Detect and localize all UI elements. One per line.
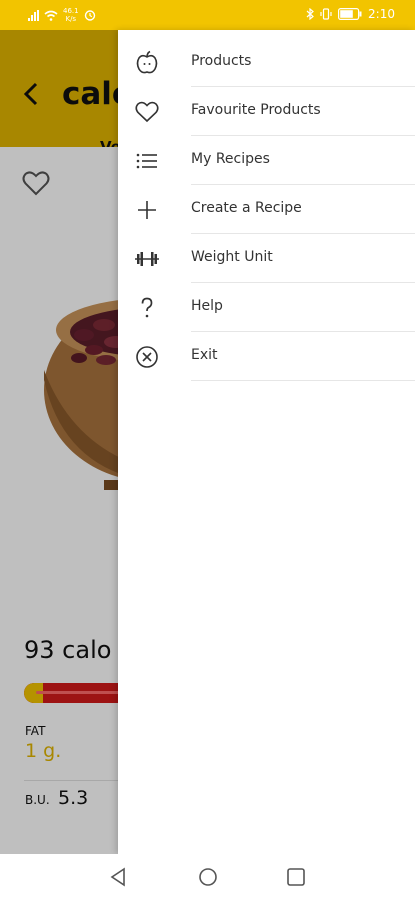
network-speed-value: 46.1 xyxy=(63,7,79,15)
home-nav-icon[interactable] xyxy=(197,866,219,888)
divider xyxy=(191,380,415,381)
plus-icon xyxy=(138,201,156,219)
menu-item-create-recipe[interactable]: Create a Recipe xyxy=(118,185,415,234)
back-nav-icon[interactable] xyxy=(108,866,130,888)
menu-item-help[interactable]: Help xyxy=(118,283,415,332)
battery-icon xyxy=(338,8,362,20)
menu-item-label: Create a Recipe xyxy=(191,200,302,216)
menu-item-my-recipes[interactable]: My Recipes xyxy=(118,136,415,185)
alarm-icon xyxy=(84,10,95,21)
close-circle-icon xyxy=(136,346,158,368)
system-nav-bar xyxy=(0,854,415,900)
bluetooth-icon xyxy=(306,8,314,20)
heart-icon xyxy=(135,101,159,123)
network-speed: 46.1 K/s xyxy=(63,7,79,23)
question-icon xyxy=(141,297,153,318)
apple-icon xyxy=(136,50,158,74)
recents-nav-icon[interactable] xyxy=(285,866,307,888)
menu-item-label: Exit xyxy=(191,347,218,363)
menu-item-weight-unit[interactable]: Weight Unit xyxy=(118,234,415,283)
clock: 2:10 xyxy=(368,7,395,21)
vibrate-icon xyxy=(320,8,332,20)
menu-item-label: Products xyxy=(191,53,252,69)
menu-item-label: Help xyxy=(191,298,223,314)
menu-item-exit[interactable]: Exit xyxy=(118,332,415,381)
navigation-drawer: Products Favourite Products My Recipes C… xyxy=(118,30,415,854)
menu-item-label: My Recipes xyxy=(191,151,270,167)
status-bar: 46.1 K/s 2:10 xyxy=(0,0,415,30)
menu-item-favourite-products[interactable]: Favourite Products xyxy=(118,87,415,136)
wifi-icon xyxy=(44,10,58,21)
list-icon xyxy=(136,153,157,169)
signal-icon xyxy=(28,9,39,21)
dumbbell-icon xyxy=(135,252,159,266)
network-speed-unit: K/s xyxy=(65,15,77,23)
menu-item-products[interactable]: Products xyxy=(118,38,415,87)
menu-item-label: Favourite Products xyxy=(191,102,321,118)
menu-item-label: Weight Unit xyxy=(191,249,273,265)
